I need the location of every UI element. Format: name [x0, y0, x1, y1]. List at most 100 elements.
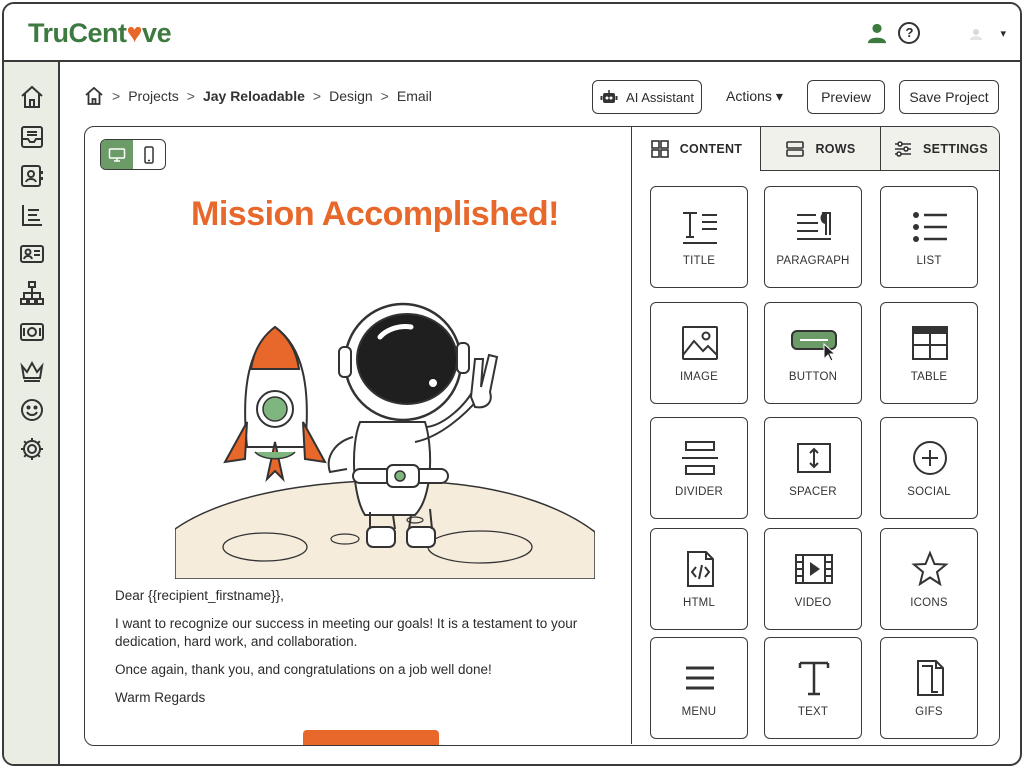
block-title-label: TITLE	[682, 255, 716, 267]
actions-menu[interactable]: Actions ▾	[726, 88, 783, 105]
preview-button[interactable]: Preview	[807, 80, 885, 114]
block-list-label: LIST	[916, 255, 942, 267]
ai-assistant-button[interactable]: AI Assistant	[592, 80, 702, 114]
sidebar-inbox-icon[interactable]	[19, 124, 45, 150]
rows-icon	[786, 140, 805, 157]
sliders-icon	[895, 140, 912, 157]
sidebar-money-icon[interactable]	[19, 319, 45, 345]
email-editor: Mission Accomplished! Dear {{recipient_f…	[84, 126, 1000, 746]
device-toggle	[100, 139, 166, 170]
breadcrumb-separator: >	[112, 88, 121, 104]
spacer-icon	[797, 443, 831, 473]
email-canvas[interactable]: Mission Accomplished! Dear {{recipient_f…	[85, 127, 633, 745]
tab-settings-label: SETTINGS	[923, 141, 988, 156]
block-text-label: TEXT	[797, 706, 829, 718]
plus-circle-icon	[913, 441, 947, 475]
account-avatar[interactable]	[930, 26, 990, 40]
block-menu[interactable]: MENU	[650, 637, 748, 739]
email-headline[interactable]: Mission Accomplished!	[85, 195, 665, 234]
breadcrumb-home-icon[interactable]	[84, 86, 104, 106]
astronaut-hero-image[interactable]	[175, 247, 595, 579]
film-icon	[795, 554, 833, 584]
email-body[interactable]: Dear {{recipient_firstname}}, I want to …	[115, 587, 615, 717]
block-divider-label: DIVIDER	[674, 486, 724, 498]
gif-file-icon	[917, 660, 944, 696]
email-paragraph: I want to recognize our success in meeti…	[115, 616, 578, 649]
divider-icon	[682, 441, 718, 475]
email-paragraph: Once again, thank you, and congratulatio…	[115, 662, 492, 677]
list-icon	[913, 212, 947, 242]
app-window: TruCent♥ve ? ▾ > Projects > Jay Reloadab…	[2, 2, 1022, 766]
tab-rows[interactable]: ROWS	[760, 127, 880, 171]
block-text[interactable]: TEXT	[764, 637, 862, 739]
block-social[interactable]: SOCIAL	[880, 417, 978, 519]
text-icon	[798, 661, 830, 696]
help-icon[interactable]: ?	[898, 22, 921, 44]
logo[interactable]: TruCent♥ve	[28, 18, 172, 49]
block-list[interactable]: LIST	[880, 186, 978, 288]
paragraph-icon	[797, 212, 831, 240]
mobile-view-button[interactable]	[133, 140, 165, 169]
block-video[interactable]: VIDEO	[764, 528, 862, 630]
sidebar-crown-icon[interactable]	[19, 358, 45, 384]
breadcrumb-separator: >	[380, 88, 389, 104]
grid-icon	[650, 140, 669, 158]
sidebar-contacts-icon[interactable]	[19, 163, 45, 189]
robot-icon	[600, 90, 618, 103]
preview-label: Preview	[821, 89, 871, 105]
block-button-label: BUTTON	[788, 371, 838, 383]
block-html[interactable]: HTML	[650, 528, 748, 630]
actions-label: Actions	[726, 88, 772, 104]
block-button[interactable]: BUTTON	[764, 302, 862, 404]
block-title[interactable]: TITLE	[650, 186, 748, 288]
breadcrumb: > Projects > Jay Reloadable > Design > E…	[84, 86, 432, 106]
account-area: ? ▾	[866, 22, 1006, 44]
block-social-label: SOCIAL	[907, 486, 951, 498]
block-table[interactable]: TABLE	[880, 302, 978, 404]
logo-text: TruCent	[28, 18, 127, 48]
top-bar: TruCent♥ve ? ▾	[4, 4, 1020, 62]
breadcrumb-project-name[interactable]: Jay Reloadable	[203, 88, 305, 104]
desktop-view-button[interactable]	[101, 140, 133, 169]
block-gifs[interactable]: GIFS	[880, 637, 978, 739]
logo-heart-icon: ♥	[126, 18, 143, 48]
sidebar-home-icon[interactable]	[19, 84, 45, 110]
user-icon[interactable]	[866, 22, 888, 44]
tab-settings[interactable]: SETTINGS	[880, 127, 999, 171]
breadcrumb-projects[interactable]: Projects	[128, 88, 179, 104]
block-html-label: HTML	[682, 597, 716, 609]
block-image[interactable]: IMAGE	[650, 302, 748, 404]
block-spacer[interactable]: SPACER	[764, 417, 862, 519]
sidebar-sitemap-icon[interactable]	[19, 280, 45, 306]
mobile-icon	[144, 145, 154, 164]
save-project-button[interactable]: Save Project	[899, 80, 999, 114]
block-divider[interactable]: DIVIDER	[650, 417, 748, 519]
hamburger-icon	[686, 666, 714, 690]
button-icon	[791, 330, 837, 362]
sidebar-id-card-icon[interactable]	[19, 241, 45, 267]
block-table-label: TABLE	[910, 371, 948, 383]
sidebar-smile-icon[interactable]	[19, 397, 45, 423]
tab-content[interactable]: CONTENT	[632, 127, 760, 171]
block-paragraph[interactable]: PARAGRAPH	[764, 186, 862, 288]
sidebar-gear-icon[interactable]	[19, 436, 45, 462]
block-icons[interactable]: ICONS	[880, 528, 978, 630]
ai-assistant-label: AI Assistant	[626, 89, 694, 105]
email-closing: Warm Regards	[115, 690, 206, 705]
breadcrumb-email: Email	[396, 88, 432, 104]
email-greeting: Dear {{recipient_firstname}},	[115, 588, 284, 603]
breadcrumb-separator: >	[186, 88, 195, 104]
sidebar	[4, 62, 60, 764]
breadcrumb-design[interactable]: Design	[329, 88, 373, 104]
email-cta-button[interactable]	[303, 730, 439, 745]
save-project-label: Save Project	[909, 89, 989, 105]
star-icon	[911, 550, 949, 587]
account-dropdown-icon[interactable]: ▾	[1000, 27, 1006, 40]
logo-text-end: ve	[142, 18, 172, 48]
actions-caret-icon: ▾	[775, 88, 783, 104]
block-paragraph-label: PARAGRAPH	[776, 255, 850, 267]
title-icon	[683, 212, 717, 244]
block-gifs-label: GIFS	[915, 706, 943, 718]
block-spacer-label: SPACER	[789, 486, 837, 498]
sidebar-list-icon[interactable]	[19, 202, 45, 228]
